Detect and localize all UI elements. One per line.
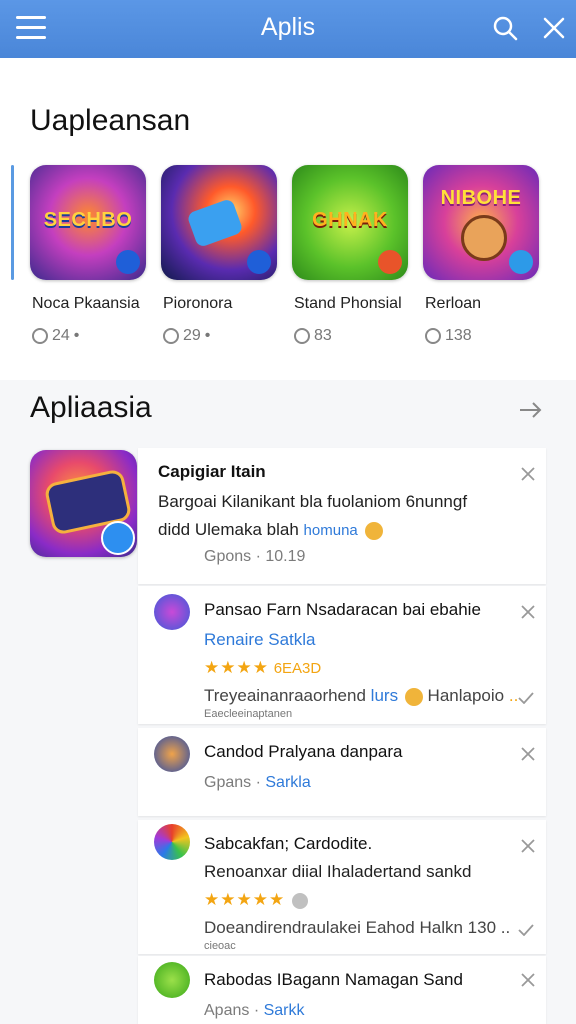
check-icon: [518, 692, 534, 704]
avatar: [154, 736, 190, 772]
close-icon[interactable]: [540, 14, 568, 42]
notification-title: Capigiar Itain: [158, 462, 266, 481]
app-name: Noca Pkaansia: [32, 295, 140, 312]
thumbnail-art-text: SECHBO: [43, 209, 133, 231]
notification-meta: Gpons · 10.19: [204, 548, 306, 565]
thumbnail-art-text: NIBOHE: [440, 187, 522, 209]
app-name: Stand Phonsial: [294, 295, 402, 312]
app-icon[interactable]: [30, 450, 137, 557]
emoji-icon: [364, 521, 383, 540]
check-badge-icon: [509, 250, 533, 274]
rating: ★★★★★: [204, 890, 308, 910]
dismiss-icon[interactable]: [520, 466, 536, 482]
app-stat: 29 •: [163, 327, 210, 345]
thumbnail-art-text: GHNAK: [312, 209, 388, 231]
info-dot-icon: [291, 892, 308, 909]
app-card[interactable]: GHNAK Stand Phonsial 83: [292, 165, 410, 344]
notification-card[interactable]: Sabcakfan; Cardodite. Renoanxar diial Ih…: [138, 820, 546, 954]
app-card[interactable]: Pioronora 29 •: [161, 165, 279, 344]
app-stat: 83: [294, 327, 332, 345]
heart-icon: [163, 328, 179, 344]
app-thumbnail[interactable]: GHNAK: [292, 165, 408, 280]
notification-card[interactable]: Candod Pralyana danpara Gpans · Sarkla: [138, 728, 546, 816]
app-card[interactable]: SECHBO Noca Pkaansia 24 •: [30, 165, 148, 344]
notification-title: Sabcakfan; Cardodite.: [204, 834, 373, 853]
app-thumbnail[interactable]: [161, 165, 277, 280]
notification-body: Treyeainanraaorhend lurs Hanlapoio ..: [204, 686, 519, 706]
avatar: [154, 962, 190, 998]
app-thumbnail[interactable]: SECHBO: [30, 165, 146, 280]
notification-card[interactable]: Rabodas IBagann Namagan Sand Apans · Sar…: [138, 956, 546, 1024]
notification-footnote: cieoac: [204, 940, 236, 952]
notification-meta: Apans · Sarkk: [204, 1002, 305, 1019]
arrow-right-icon[interactable]: [518, 398, 544, 420]
share-badge-icon: [101, 521, 135, 555]
clock-icon: [425, 328, 441, 344]
app-card[interactable]: NIBOHE Rerloan 138: [423, 165, 541, 344]
check-badge-icon: [378, 250, 402, 274]
avatar: [154, 824, 190, 860]
rating: ★★★★ 6EA3D: [204, 658, 322, 677]
notification-meta: Gpans · Sarkla: [204, 774, 311, 791]
notification-body: Doeandirendraulakei Eahod Halkn 130 ..: [204, 918, 511, 937]
star-rating-icon: ★★★★: [204, 658, 269, 677]
notification-card[interactable]: Pansao Farn Nsadaracan bai ebahie Renair…: [138, 586, 546, 724]
notification-title: Pansao Farn Nsadaracan bai ebahie: [204, 600, 481, 619]
dismiss-icon[interactable]: [520, 604, 536, 620]
clock-icon: [294, 328, 310, 344]
dismiss-icon[interactable]: [520, 838, 536, 854]
dismiss-icon[interactable]: [520, 746, 536, 762]
app-name: Rerloan: [425, 295, 482, 312]
character-graphic: [461, 215, 507, 261]
section-title: Uapleansan: [30, 104, 191, 137]
notification-footnote: Eaecleeinaptanen: [204, 708, 293, 720]
app-bar: Aplis: [0, 0, 576, 58]
play-badge-icon: [116, 250, 140, 274]
heart-icon: [32, 328, 48, 344]
notification-title: Candod Pralyana danpara: [204, 742, 403, 761]
section-title: Apliaasia: [30, 391, 152, 424]
notification-link[interactable]: Renaire Satkla: [204, 630, 316, 650]
notification-body-line2: didd Ulemaka blah homuna: [158, 520, 383, 540]
notification-body: Renoanxar diial Ihaladertand sankd: [204, 862, 472, 881]
play-badge-icon: [247, 250, 271, 274]
emoji-icon: [404, 687, 423, 706]
app-thumbnail[interactable]: NIBOHE: [423, 165, 539, 280]
search-icon[interactable]: [492, 15, 518, 41]
rocket-graphic: [186, 197, 244, 249]
scroll-indicator: [11, 165, 14, 280]
app-name: Pioronora: [163, 295, 233, 312]
dismiss-icon[interactable]: [520, 972, 536, 988]
star-rating-icon: ★★★★★: [204, 890, 286, 909]
notification-title: Rabodas IBagann Namagan Sand: [204, 970, 463, 989]
check-icon: [518, 924, 534, 936]
notification-link[interactable]: homuna: [304, 522, 358, 539]
app-stat: 24 •: [32, 327, 79, 345]
avatar: [154, 594, 190, 630]
app-stat: 138: [425, 327, 472, 345]
app-title: Aplis: [260, 13, 316, 41]
notification-body: Bargoai Kilanikant bla fuolaniom 6nunngf: [158, 492, 468, 511]
notification-card[interactable]: Capigiar Itain Bargoai Kilanikant bla fu…: [138, 448, 546, 584]
